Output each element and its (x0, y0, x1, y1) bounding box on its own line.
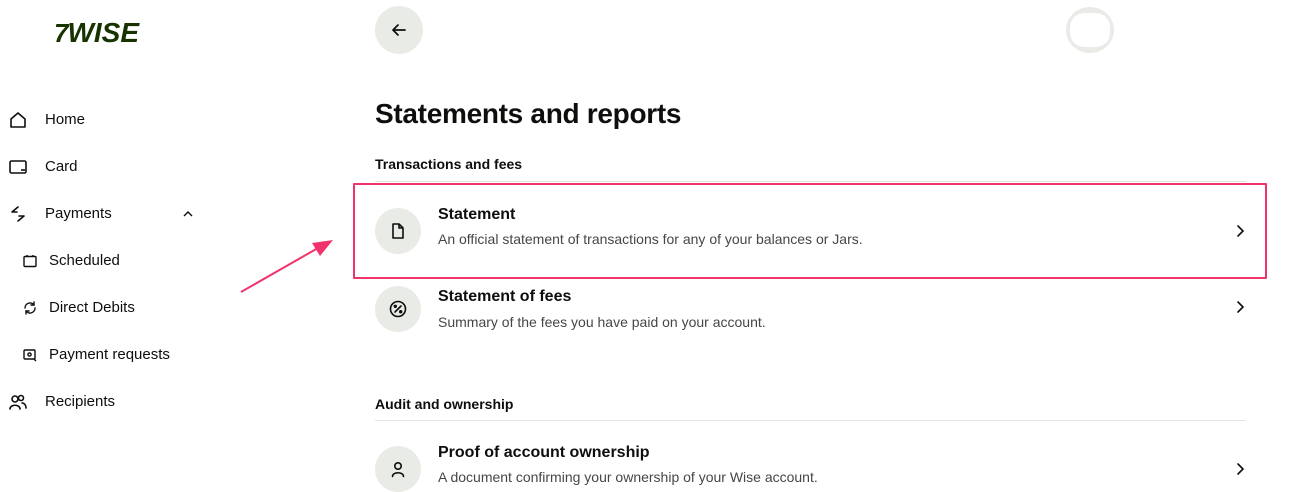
section-divider (375, 420, 1246, 421)
section-divider (375, 181, 1246, 182)
sidebar-item-home[interactable]: Home (0, 96, 230, 143)
row-description: A document confirming your ownership of … (438, 469, 818, 485)
page-title: Statements and reports (375, 98, 682, 129)
person-icon (375, 446, 421, 492)
sidebar-item-recipients[interactable]: Recipients (0, 378, 230, 425)
sidebar-item-label: Payment requests (49, 346, 170, 363)
sidebar-item-label: Payments (45, 205, 112, 222)
sidebar-item-label: Scheduled (49, 252, 120, 269)
chevron-up-icon[interactable] (181, 207, 195, 221)
payment-request-icon (21, 346, 39, 364)
document-icon (375, 208, 421, 254)
payments-icon (7, 203, 29, 225)
refresh-icon (21, 299, 39, 317)
statement-row[interactable]: Statement An official statement of trans… (375, 196, 1246, 266)
row-title: Proof of account ownership (438, 444, 650, 461)
row-description: Summary of the fees you have paid on you… (438, 314, 766, 330)
sidebar-item-payments[interactable]: Payments (0, 190, 230, 237)
chevron-right-icon (1237, 463, 1245, 475)
card-icon (7, 156, 29, 178)
section-title-audit: Audit and ownership (375, 396, 514, 412)
sidebar-item-card[interactable]: Card (0, 143, 230, 190)
avatar-image (1070, 13, 1110, 47)
chevron-right-icon (1237, 301, 1245, 313)
sidebar-item-label: Direct Debits (49, 299, 135, 316)
arrow-left-icon (392, 24, 406, 36)
calendar-icon (21, 252, 39, 270)
wise-wordmark: WISE (67, 17, 140, 48)
sidebar-item-label: Home (45, 111, 86, 128)
recipients-icon (7, 391, 29, 413)
home-icon (7, 109, 29, 131)
sidebar-item-scheduled[interactable]: Scheduled (0, 237, 230, 284)
sidebar-item-label: Card (45, 158, 78, 175)
proof-of-ownership-row[interactable]: Proof of account ownership A document co… (375, 434, 1246, 492)
sidebar-item-label: Recipients (45, 393, 116, 410)
row-title: Statement (438, 206, 516, 223)
section-title-transactions: Transactions and fees (375, 156, 523, 172)
row-title: Statement of fees (438, 288, 572, 305)
back-button[interactable] (375, 6, 423, 54)
row-description: An official statement of transactions fo… (438, 231, 863, 247)
statement-of-fees-row[interactable]: Statement of fees Summary of the fees yo… (375, 274, 1246, 344)
percent-icon (375, 286, 421, 332)
wise-flag-icon: 7 (54, 17, 69, 48)
sidebar-item-payment-requests[interactable]: Payment requests (0, 331, 230, 378)
chevron-right-icon (1237, 225, 1245, 237)
sidebar-item-direct-debits[interactable]: Direct Debits (0, 284, 230, 331)
avatar[interactable] (1066, 7, 1114, 53)
wise-logo[interactable]: 7 WISE (54, 17, 140, 48)
